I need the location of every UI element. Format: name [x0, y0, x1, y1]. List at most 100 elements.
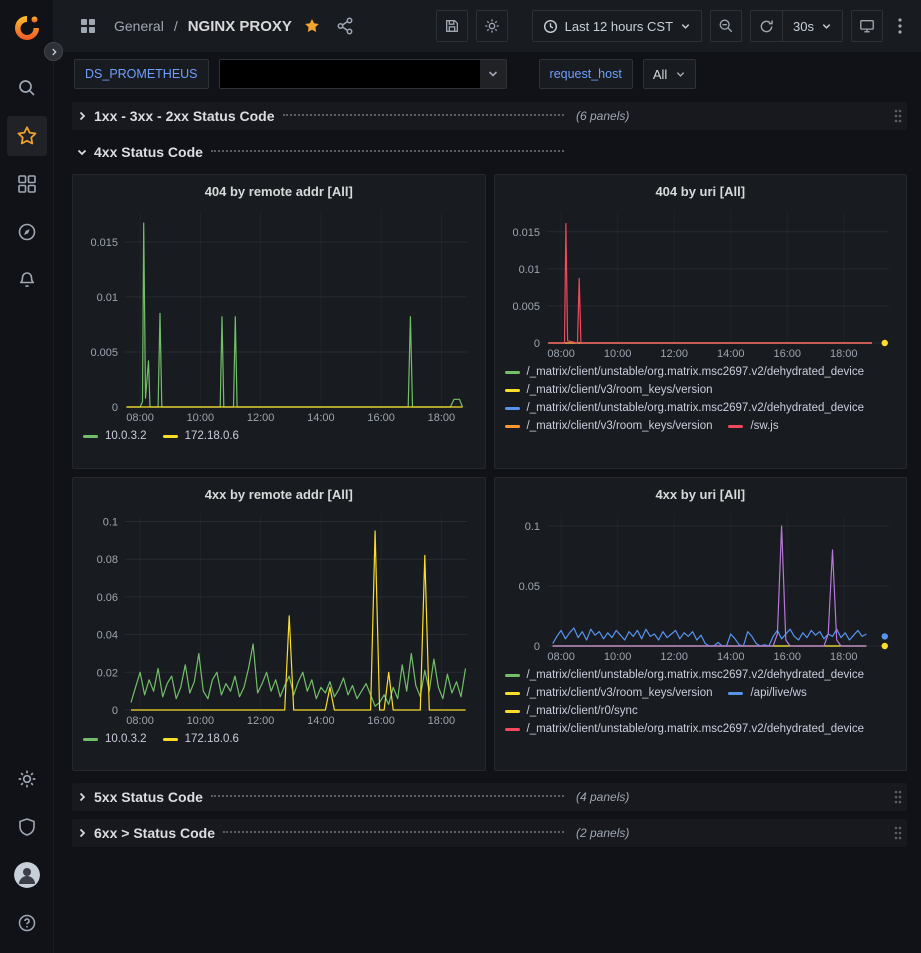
- shield-icon: [17, 817, 37, 837]
- sidebar-item-search[interactable]: [7, 68, 47, 108]
- legend-swatch: [163, 738, 178, 741]
- datasource-variable-label[interactable]: DS_PROMETHEUS: [74, 59, 209, 89]
- svg-text:14:00: 14:00: [307, 715, 335, 727]
- request-host-value: All: [653, 67, 667, 82]
- time-series-chart[interactable]: 00.0050.010.01508:0010:0012:0014:0016:00…: [83, 203, 475, 425]
- row-header-1xx-3xx-2xx[interactable]: 1xx - 3xx - 2xx Status Code (6 panels): [72, 102, 907, 130]
- svg-text:10:00: 10:00: [187, 715, 215, 727]
- legend-item[interactable]: 172.18.0.6: [163, 733, 239, 745]
- row-header-4xx[interactable]: 4xx Status Code: [72, 138, 907, 166]
- legend-item[interactable]: 10.0.3.2: [83, 733, 147, 745]
- row-drag-handle[interactable]: [893, 789, 903, 805]
- top-navbar: General / NGINX PROXY: [54, 0, 921, 52]
- panel-404-by-remote-addr: 404 by remote addr [All] 00.0050.010.015…: [72, 174, 486, 469]
- row-drag-handle[interactable]: [893, 108, 903, 124]
- time-series-chart[interactable]: 00.0050.010.01508:0010:0012:0014:0016:00…: [505, 203, 897, 361]
- panel-title[interactable]: 4xx by remote addr [All]: [83, 482, 475, 506]
- legend-swatch: [505, 728, 520, 731]
- svg-text:18:00: 18:00: [830, 348, 858, 360]
- svg-text:08:00: 08:00: [547, 651, 575, 663]
- legend-item[interactable]: /_matrix/client/unstable/org.matrix.msc2…: [505, 723, 865, 735]
- row-header-5xx[interactable]: 5xx Status Code (4 panels): [72, 783, 907, 811]
- svg-text:18:00: 18:00: [428, 412, 456, 424]
- row-title: 6xx > Status Code: [94, 825, 215, 841]
- gear-icon: [17, 769, 37, 789]
- row-panel-count: (6 panels): [576, 109, 629, 123]
- legend-item[interactable]: /_matrix/client/r0/sync: [505, 705, 638, 717]
- legend-swatch: [728, 692, 743, 695]
- panel-title[interactable]: 404 by uri [All]: [505, 179, 897, 203]
- svg-text:16:00: 16:00: [773, 348, 801, 360]
- legend-item[interactable]: 10.0.3.2: [83, 430, 147, 442]
- sidebar-item-settings[interactable]: [7, 759, 47, 799]
- svg-text:12:00: 12:00: [247, 412, 275, 424]
- chevron-right-icon: [76, 827, 88, 839]
- sidebar-item-alerting[interactable]: [7, 260, 47, 300]
- sidebar-item-profile[interactable]: [7, 855, 47, 895]
- legend-swatch: [83, 738, 98, 741]
- help-icon: [17, 913, 37, 933]
- sidebar-item-dashboards[interactable]: [7, 164, 47, 204]
- save-button[interactable]: [436, 10, 468, 42]
- breadcrumb-section[interactable]: General: [114, 18, 164, 34]
- svg-text:0.01: 0.01: [97, 292, 118, 304]
- time-series-chart[interactable]: 00.050.108:0010:0012:0014:0016:0018:00: [505, 506, 897, 664]
- grafana-logo-icon[interactable]: [9, 10, 45, 46]
- chevron-down-icon: [76, 146, 88, 158]
- chevron-down-icon: [821, 21, 832, 32]
- breadcrumb-separator: /: [174, 18, 178, 34]
- row-header-6xx[interactable]: 6xx > Status Code (2 panels): [72, 819, 907, 847]
- svg-text:08:00: 08:00: [126, 412, 154, 424]
- favorite-star-icon[interactable]: [304, 18, 320, 34]
- avatar: [14, 862, 40, 888]
- panel-title[interactable]: 4xx by uri [All]: [505, 482, 897, 506]
- chevron-right-icon: [76, 110, 88, 122]
- svg-text:0.01: 0.01: [518, 264, 539, 276]
- zoom-out-button[interactable]: [710, 10, 742, 42]
- sidebar-item-explore[interactable]: [7, 212, 47, 252]
- request-host-variable-label[interactable]: request_host: [539, 59, 633, 89]
- legend-item[interactable]: /_matrix/client/v3/room_keys/version: [505, 384, 713, 396]
- legend-item[interactable]: /_matrix/client/unstable/org.matrix.msc2…: [505, 366, 865, 378]
- dotted-leader: [283, 114, 564, 116]
- panel-title[interactable]: 404 by remote addr [All]: [83, 179, 475, 203]
- svg-text:0.005: 0.005: [512, 301, 540, 313]
- apps-icon[interactable]: [80, 18, 96, 34]
- svg-text:0: 0: [533, 338, 539, 350]
- sidebar-item-security[interactable]: [7, 807, 47, 847]
- request-host-select[interactable]: All: [643, 59, 696, 89]
- legend-label: /api/live/ws: [750, 687, 806, 699]
- dashboard-settings-button[interactable]: [476, 10, 508, 42]
- panel-4xx-by-uri: 4xx by uri [All] 00.050.108:0010:0012:00…: [494, 477, 908, 771]
- sidebar-item-help[interactable]: [7, 903, 47, 943]
- legend-item[interactable]: 172.18.0.6: [163, 430, 239, 442]
- svg-text:0: 0: [533, 641, 539, 653]
- share-icon[interactable]: [336, 17, 354, 35]
- legend-item[interactable]: /_matrix/client/v3/room_keys/version: [505, 687, 713, 699]
- tv-mode-button[interactable]: [851, 10, 883, 42]
- more-options-button[interactable]: [891, 10, 909, 42]
- svg-text:10:00: 10:00: [603, 651, 631, 663]
- legend-item[interactable]: /_matrix/client/unstable/org.matrix.msc2…: [505, 402, 865, 414]
- row-drag-handle[interactable]: [893, 825, 903, 841]
- monitor-icon: [859, 18, 875, 34]
- legend-item[interactable]: /_matrix/client/unstable/org.matrix.msc2…: [505, 669, 865, 681]
- legend-label: /_matrix/client/unstable/org.matrix.msc2…: [527, 723, 865, 735]
- legend-item[interactable]: /sw.js: [728, 420, 778, 432]
- sidebar: [0, 0, 54, 953]
- sidebar-expand-button[interactable]: [44, 42, 63, 61]
- svg-text:10:00: 10:00: [603, 348, 631, 360]
- legend-item[interactable]: /_matrix/client/v3/room_keys/version: [505, 420, 713, 432]
- svg-text:12:00: 12:00: [660, 651, 688, 663]
- time-series-chart[interactable]: 00.020.040.060.080.108:0010:0012:0014:00…: [83, 506, 475, 728]
- refresh-interval-dropdown[interactable]: 30s: [782, 10, 843, 42]
- legend-item[interactable]: /api/live/ws: [728, 687, 806, 699]
- row-title: 1xx - 3xx - 2xx Status Code: [94, 108, 275, 124]
- dashboard-title[interactable]: NGINX PROXY: [188, 18, 292, 35]
- legend-label: /_matrix/client/unstable/org.matrix.msc2…: [527, 669, 865, 681]
- datasource-select[interactable]: [219, 59, 507, 89]
- legend-label: /_matrix/client/unstable/org.matrix.msc2…: [527, 402, 865, 414]
- refresh-button[interactable]: [750, 10, 782, 42]
- time-range-picker[interactable]: Last 12 hours CST: [532, 10, 702, 42]
- sidebar-item-starred[interactable]: [7, 116, 47, 156]
